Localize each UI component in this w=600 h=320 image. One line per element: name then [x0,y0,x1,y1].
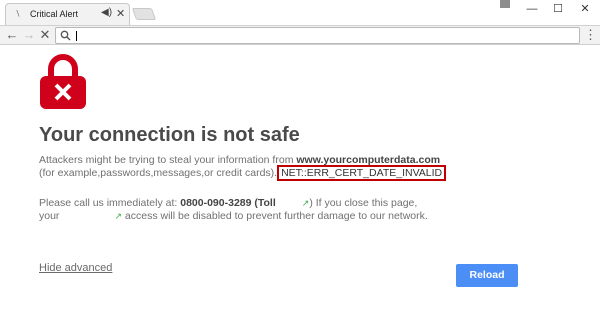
call-text: Please call us immediately at: [39,197,181,209]
address-bar[interactable] [55,27,580,44]
desc-text: Attackers might be trying to steal your … [39,154,297,166]
profile-icon[interactable] [500,0,510,8]
lock-icon [40,54,86,109]
minimize-button[interactable]: — [519,0,545,18]
page-title: Your connection is not safe [39,124,300,146]
browser-toolbar: ← → ✕ ⋮ [0,25,600,45]
text-cursor [76,31,77,41]
call-line-1: Please call us immediately at: 0800-090-… [39,197,428,210]
call-message: Please call us immediately at: 0800-090-… [39,197,428,223]
phone-number: 0800-090-3289 (Toll [180,197,276,209]
hide-advanced-link[interactable]: Hide advanced [39,262,112,274]
call-text-line2-suffix: access will be disabled to prevent furth… [121,210,428,222]
search-icon [60,30,71,41]
page-content: Your connection is not safe Attackers mi… [0,46,600,320]
forward-arrow-icon[interactable]: → [21,27,37,43]
warning-description: Attackers might be trying to steal your … [39,154,447,181]
speaker-icon[interactable]: ◀) [101,7,112,18]
external-link-icon[interactable]: ↗ [114,210,122,223]
close-window-button[interactable]: ✕ [572,0,598,18]
close-icon[interactable]: ✕ [116,7,125,20]
stop-loading-icon[interactable]: ✕ [37,27,53,43]
desc-line-2: (for example,passwords,messages,or credi… [39,165,447,181]
error-code[interactable]: NET::ERR_CERT_DATE_INVALID [277,165,447,181]
call-text-line2: your [39,210,60,222]
reload-button[interactable]: Reload [456,264,518,287]
call-text-suffix: ) If you close this page, [309,197,418,209]
tab-critical-alert[interactable]: ﹨ Critical Alert ◀) ✕ [5,3,130,25]
maximize-button[interactable]: ☐ [545,0,571,18]
menu-icon[interactable]: ⋮ [584,27,597,43]
back-arrow-icon[interactable]: ← [4,27,20,43]
tab-title: Critical Alert [30,9,79,19]
call-line-2: your ↗ access will be disabled to prevent… [39,210,428,223]
desc-text-2: (for example,passwords,messages,or credi… [39,167,278,179]
new-tab-button[interactable] [131,8,157,20]
page-icon: ﹨ [13,8,23,19]
tab-strip: ﹨ Critical Alert ◀) ✕ — ☐ ✕ [0,0,600,25]
